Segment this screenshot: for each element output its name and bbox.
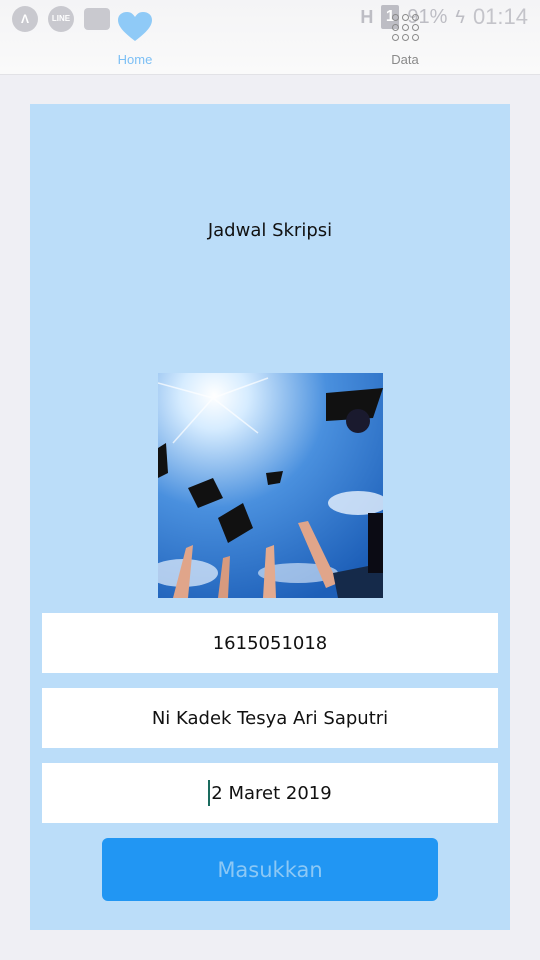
- line-icon: LINE: [48, 6, 74, 32]
- heart-icon: [75, 8, 195, 46]
- tab-home-label: Home: [117, 52, 153, 67]
- clock: 01:14: [472, 4, 528, 29]
- tab-data-label: Data: [391, 52, 419, 67]
- grid-icon: [345, 8, 465, 46]
- submit-button[interactable]: Masukkan: [102, 838, 438, 901]
- name-value: Ni Kadek Tesya Ari Saputri: [151, 707, 389, 729]
- nim-field[interactable]: 1615051018: [42, 613, 498, 673]
- graduation-photo: [158, 373, 383, 598]
- text-cursor: [208, 780, 211, 806]
- name-field[interactable]: Ni Kadek Tesya Ari Saputri: [42, 688, 498, 748]
- app-notification-icon: Λ: [12, 6, 38, 32]
- page-title: Jadwal Skripsi: [207, 220, 333, 241]
- form-card: Jadwal Skripsi 1615051018 Ni Kadek Tesya…: [30, 104, 510, 930]
- nim-value: 1615051018: [212, 632, 328, 654]
- tab-home[interactable]: Home: [75, 8, 195, 67]
- tab-data[interactable]: Data: [345, 8, 465, 67]
- top-bar: Λ LINE H 1 91% ϟ 01:14 Home Data: [0, 0, 540, 75]
- date-value: 2 Maret 2019: [211, 782, 332, 804]
- date-field[interactable]: 2 Maret 2019: [42, 763, 498, 823]
- submit-button-label: Masukkan: [217, 857, 323, 882]
